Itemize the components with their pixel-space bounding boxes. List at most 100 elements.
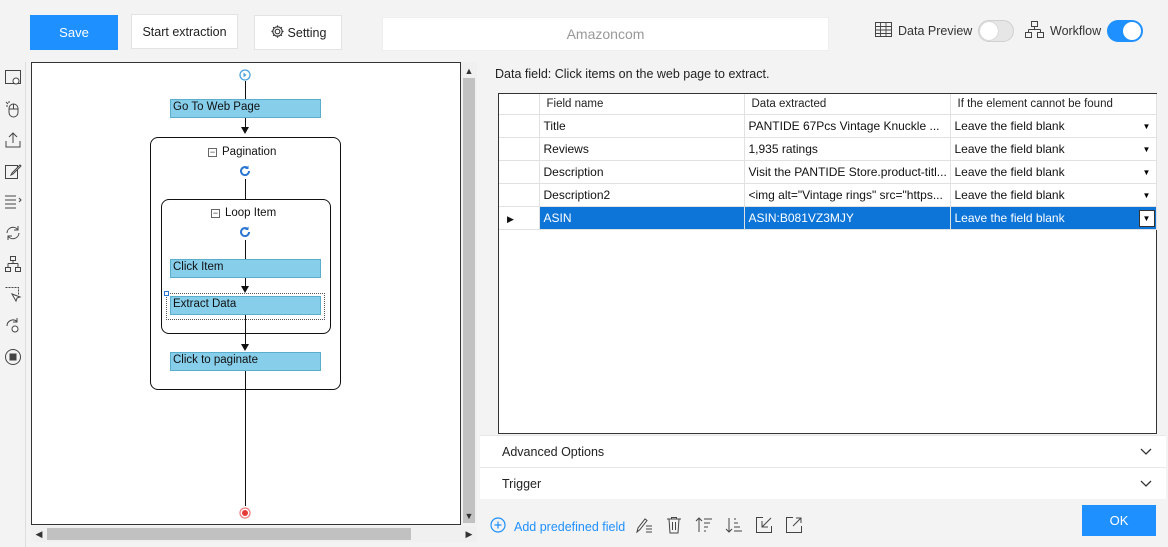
table-row[interactable]: Description2 <img alt="Vintage rings" sr… [499, 183, 1157, 207]
scroll-left-icon[interactable]: ◀ [31, 526, 47, 542]
toolbar: Save Start extraction Setting Amazoncom … [0, 0, 1168, 62]
fallback-select[interactable]: Leave the field blank ▼ [950, 206, 1157, 230]
page-settings-icon[interactable] [3, 68, 23, 88]
field-name-cell[interactable]: Description2 [539, 183, 745, 207]
list-sort-icon[interactable] [3, 192, 23, 212]
scroll-thumb[interactable] [463, 78, 475, 523]
loop-icon [239, 165, 251, 177]
sort-ascending-icon[interactable] [694, 515, 713, 534]
chevron-down-icon[interactable] [1140, 445, 1152, 459]
data-extracted-cell[interactable]: <img alt="Vintage rings" src="https... [744, 183, 951, 207]
chevron-down-icon[interactable] [1140, 477, 1152, 491]
loop-item-title: − Loop Item [211, 207, 276, 219]
save-button[interactable]: Save [30, 15, 118, 50]
panel-footer: Add predefined field OK [480, 503, 1168, 547]
fallback-select[interactable]: Leave the field blank ▼ [950, 160, 1157, 184]
table-row-selected[interactable]: ▶ ASIN ASIN:B081VZ3MJY Leave the field b… [499, 206, 1157, 230]
select-pointer-icon[interactable] [3, 285, 23, 305]
refresh-loop-icon[interactable] [3, 223, 23, 243]
row-header[interactable]: ▶ [499, 206, 540, 230]
collapse-icon[interactable]: − [208, 147, 217, 157]
dropdown-arrow-icon[interactable]: ▼ [1138, 163, 1155, 181]
mouse-click-icon[interactable] [3, 99, 23, 119]
edit-icon[interactable] [3, 161, 23, 181]
setting-label: Setting [287, 25, 327, 40]
field-name-cell[interactable]: Title [539, 114, 745, 138]
scroll-right-icon[interactable]: ▶ [461, 526, 477, 542]
field-name-cell[interactable]: Reviews [539, 137, 745, 161]
table-row[interactable]: Reviews 1,935 ratings Leave the field bl… [499, 137, 1157, 161]
workflow-canvas[interactable]: Go To Web Page − Pagination − Loop Item … [31, 62, 461, 525]
fallback-value: Leave the field blank [954, 187, 1065, 202]
settings-refresh-icon[interactable] [3, 316, 23, 336]
advanced-options-section[interactable]: Advanced Options [480, 435, 1166, 467]
scroll-up-icon[interactable]: ▲ [461, 64, 477, 78]
address-bar[interactable]: Amazoncom [382, 17, 829, 51]
ok-button[interactable]: OK [1082, 505, 1156, 536]
field-name-cell[interactable]: ASIN [539, 206, 745, 230]
end-node-icon[interactable] [239, 507, 251, 522]
trigger-label: Trigger [502, 476, 542, 491]
gear-icon [270, 24, 285, 42]
data-extracted-cell[interactable]: PANTIDE 67Pcs Vintage Knuckle ... [744, 114, 951, 138]
trigger-section[interactable]: Trigger [480, 467, 1166, 499]
collapse-icon[interactable]: − [211, 208, 220, 218]
export-icon[interactable] [784, 515, 803, 534]
data-extracted-cell[interactable]: 1,935 ratings [744, 137, 951, 161]
dropdown-arrow-icon[interactable]: ▼ [1138, 186, 1155, 204]
data-extracted-cell[interactable]: ASIN:B081VZ3MJY [744, 206, 951, 230]
trash-icon[interactable] [664, 515, 683, 534]
column-if-not-found[interactable]: If the element cannot be found [950, 94, 1157, 115]
loop-icon [239, 226, 251, 238]
fallback-value: Leave the field blank [954, 141, 1065, 156]
column-field-name[interactable]: Field name [539, 94, 745, 115]
advanced-options-label: Advanced Options [502, 444, 605, 459]
pagination-label: Pagination [222, 146, 277, 158]
current-row-icon: ▶ [507, 213, 514, 224]
row-header[interactable] [499, 137, 540, 161]
stop-icon[interactable] [3, 347, 23, 367]
fallback-select[interactable]: Leave the field blank ▼ [950, 183, 1157, 207]
row-header[interactable] [499, 160, 540, 184]
scroll-thumb[interactable] [47, 528, 411, 540]
data-preview-label: Data Preview [898, 24, 973, 38]
dropdown-arrow-icon[interactable]: ▼ [1138, 140, 1155, 158]
table-icon [875, 22, 892, 40]
canvas-vertical-scrollbar[interactable]: ▲ ▼ [461, 62, 477, 525]
row-header[interactable] [499, 183, 540, 207]
table-row[interactable]: Title PANTIDE 67Pcs Vintage Knuckle ... … [499, 114, 1157, 138]
scroll-down-icon[interactable]: ▼ [461, 509, 477, 523]
dropdown-arrow-icon[interactable]: ▼ [1138, 209, 1155, 227]
workflow-label: Workflow [1050, 24, 1102, 38]
fields-table: Field name Data extracted If the element… [499, 94, 1157, 230]
workflow-toggle[interactable] [1107, 20, 1144, 42]
upload-icon[interactable] [3, 130, 23, 150]
fallback-value: Leave the field blank [954, 164, 1065, 179]
data-field-panel: Data field: Click items on the web page … [480, 62, 1168, 547]
start-extraction-button[interactable]: Start extraction [131, 14, 238, 49]
fallback-select[interactable]: Leave the field blank ▼ [950, 137, 1157, 161]
add-predefined-field-link[interactable]: Add predefined field [490, 517, 625, 536]
sitemap-icon [1025, 21, 1044, 41]
data-preview-toggle[interactable] [978, 20, 1015, 42]
setting-button[interactable]: Setting [254, 15, 342, 50]
go-to-web-page-node[interactable]: Go To Web Page [170, 99, 321, 118]
sort-descending-icon[interactable] [724, 515, 743, 534]
row-header[interactable] [499, 114, 540, 138]
extract-data-node[interactable]: Extract Data [170, 296, 321, 315]
field-name-cell[interactable]: Description [539, 160, 745, 184]
table-row[interactable]: Description Visit the PANTIDE Store.prod… [499, 160, 1157, 184]
click-to-paginate-node[interactable]: Click to paginate [170, 352, 321, 371]
sitemap-icon[interactable] [3, 254, 23, 274]
edit-field-icon[interactable] [634, 515, 653, 534]
fallback-select[interactable]: Leave the field blank ▼ [950, 114, 1157, 138]
workflow-group: Workflow [1025, 18, 1144, 44]
selection-handle[interactable] [164, 291, 169, 296]
data-extracted-cell[interactable]: Visit the PANTIDE Store.product-titl... [744, 160, 951, 184]
fallback-value: Leave the field blank [954, 210, 1065, 225]
column-data-extracted[interactable]: Data extracted [744, 94, 951, 115]
click-item-node[interactable]: Click Item [170, 259, 321, 278]
canvas-horizontal-scrollbar[interactable]: ◀ ▶ [31, 526, 477, 542]
dropdown-arrow-icon[interactable]: ▼ [1138, 117, 1155, 135]
import-icon[interactable] [754, 515, 773, 534]
